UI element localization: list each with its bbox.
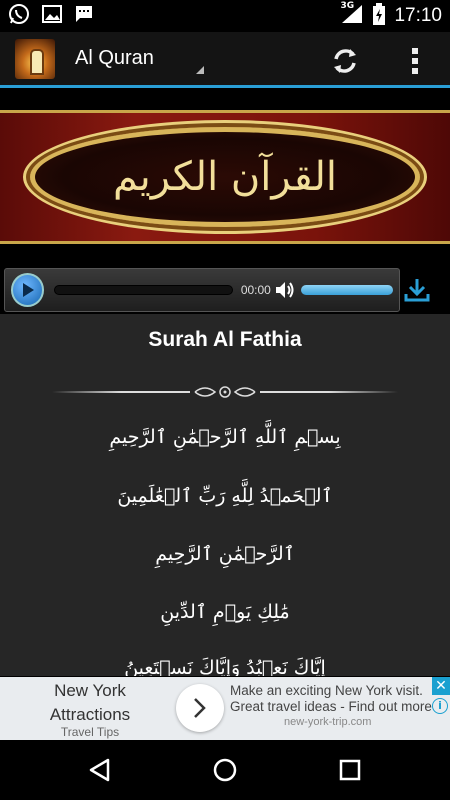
banner-calligraphy: القرآن الكريم <box>112 154 338 200</box>
refresh-button[interactable] <box>326 42 364 80</box>
download-icon <box>404 279 430 302</box>
ad-url: new-york-trip.com <box>284 716 372 728</box>
ad-line-2: Great travel ideas - Find out more <box>230 699 432 714</box>
back-button[interactable] <box>84 754 116 786</box>
volume-icon[interactable] <box>275 281 295 299</box>
ad-headline-2: Attractions <box>49 705 131 724</box>
overflow-menu-button[interactable] <box>400 42 430 80</box>
ad-subtitle: Travel Tips <box>60 725 120 739</box>
verse-line: مَٰلِكِ يَوۡمِ ٱلدِّينِ <box>160 601 290 623</box>
play-icon <box>22 283 34 297</box>
refresh-icon <box>334 49 356 73</box>
app-logo-icon[interactable] <box>15 38 55 79</box>
home-icon <box>213 758 237 782</box>
ad-info-icon[interactable]: i <box>432 698 448 714</box>
verse-line: بِسۡمِ ٱللَّهِ ٱلرَّحۡمَٰنِ ٱلرَّحِيمِ <box>109 426 341 448</box>
ad-text-block[interactable]: Make an exciting New York visit. Great t… <box>230 683 440 728</box>
verse-line: ٱلرَّحۡمَٰنِ ٱلرَّحِيمِ <box>155 543 295 565</box>
action-bar: Al Quran <box>0 32 450 88</box>
navigation-bar <box>0 740 450 800</box>
ad-banner[interactable]: New York Attractions Travel Tips Make an… <box>0 677 450 740</box>
ad-line-1: Make an exciting New York visit. <box>230 683 423 698</box>
surah-content[interactable]: Surah Al Fathia بِسۡمِ ٱللَّهِ ٱلرَّحۡمَ… <box>0 314 450 676</box>
banner-frame: القرآن الكريم <box>0 110 450 244</box>
seek-bar[interactable] <box>54 285 233 295</box>
whatsapp-icon <box>8 3 30 29</box>
verse-line: إِيَّاكَ نَعۡبُدُ وَإِيَّاكَ نَسۡتَعِينُ <box>124 657 326 676</box>
status-bar: 3G 17:10 <box>0 0 450 32</box>
quran-banner: القرآن الكريم <box>0 92 450 262</box>
chevron-right-icon <box>194 698 206 718</box>
recents-icon <box>339 759 361 781</box>
audio-player: 00:00 <box>4 268 400 312</box>
recents-button[interactable] <box>334 754 366 786</box>
message-icon <box>74 4 94 28</box>
image-icon <box>42 5 62 27</box>
ornament-divider <box>52 382 398 402</box>
ad-headline-1: New York <box>54 681 126 700</box>
verse-line: ٱلۡحَمۡدُ لِلَّهِ رَبِّ ٱلۡعَٰلَمِينَ <box>117 485 333 507</box>
ad-open-button[interactable] <box>176 684 224 732</box>
status-time: 17:10 <box>394 5 442 26</box>
app-title[interactable]: Al Quran <box>75 47 154 70</box>
ad-headline-block[interactable]: New York Attractions Travel Tips <box>0 677 180 740</box>
dropdown-caret-icon[interactable] <box>195 65 204 74</box>
battery-icon <box>372 3 386 29</box>
playback-time: 00:00 <box>240 283 271 297</box>
signal-icon: 3G <box>340 1 364 29</box>
home-button[interactable] <box>209 754 241 786</box>
back-icon <box>89 758 110 782</box>
ad-close-button[interactable]: ✕ <box>432 677 450 695</box>
banner-oval: القرآن الكريم <box>30 127 420 227</box>
surah-title: Surah Al Fathia <box>148 328 302 351</box>
network-label: 3G <box>340 1 355 11</box>
play-button[interactable] <box>11 273 45 307</box>
download-button[interactable] <box>402 274 432 306</box>
overflow-menu-icon <box>412 48 418 74</box>
volume-slider[interactable] <box>300 285 393 295</box>
